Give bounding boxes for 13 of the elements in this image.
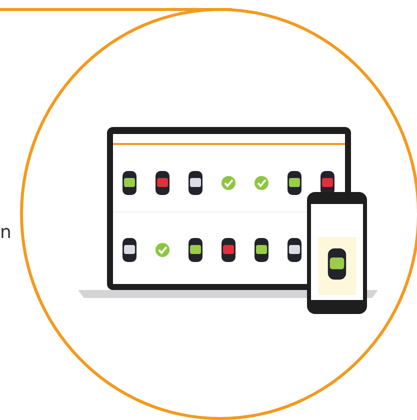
check-icon: [254, 176, 268, 190]
car-icon: [188, 238, 202, 262]
car-icon: [122, 238, 136, 262]
side-text: n: [0, 224, 12, 242]
car-icon: [288, 238, 302, 262]
car-icon: [288, 171, 302, 195]
car-icon: [254, 238, 268, 262]
car-icon: [222, 238, 236, 262]
car-icon: [156, 171, 170, 195]
check-icon: [156, 243, 170, 257]
check-icon: [222, 176, 236, 190]
car-icon: [122, 171, 136, 195]
car-icon: [188, 171, 202, 195]
